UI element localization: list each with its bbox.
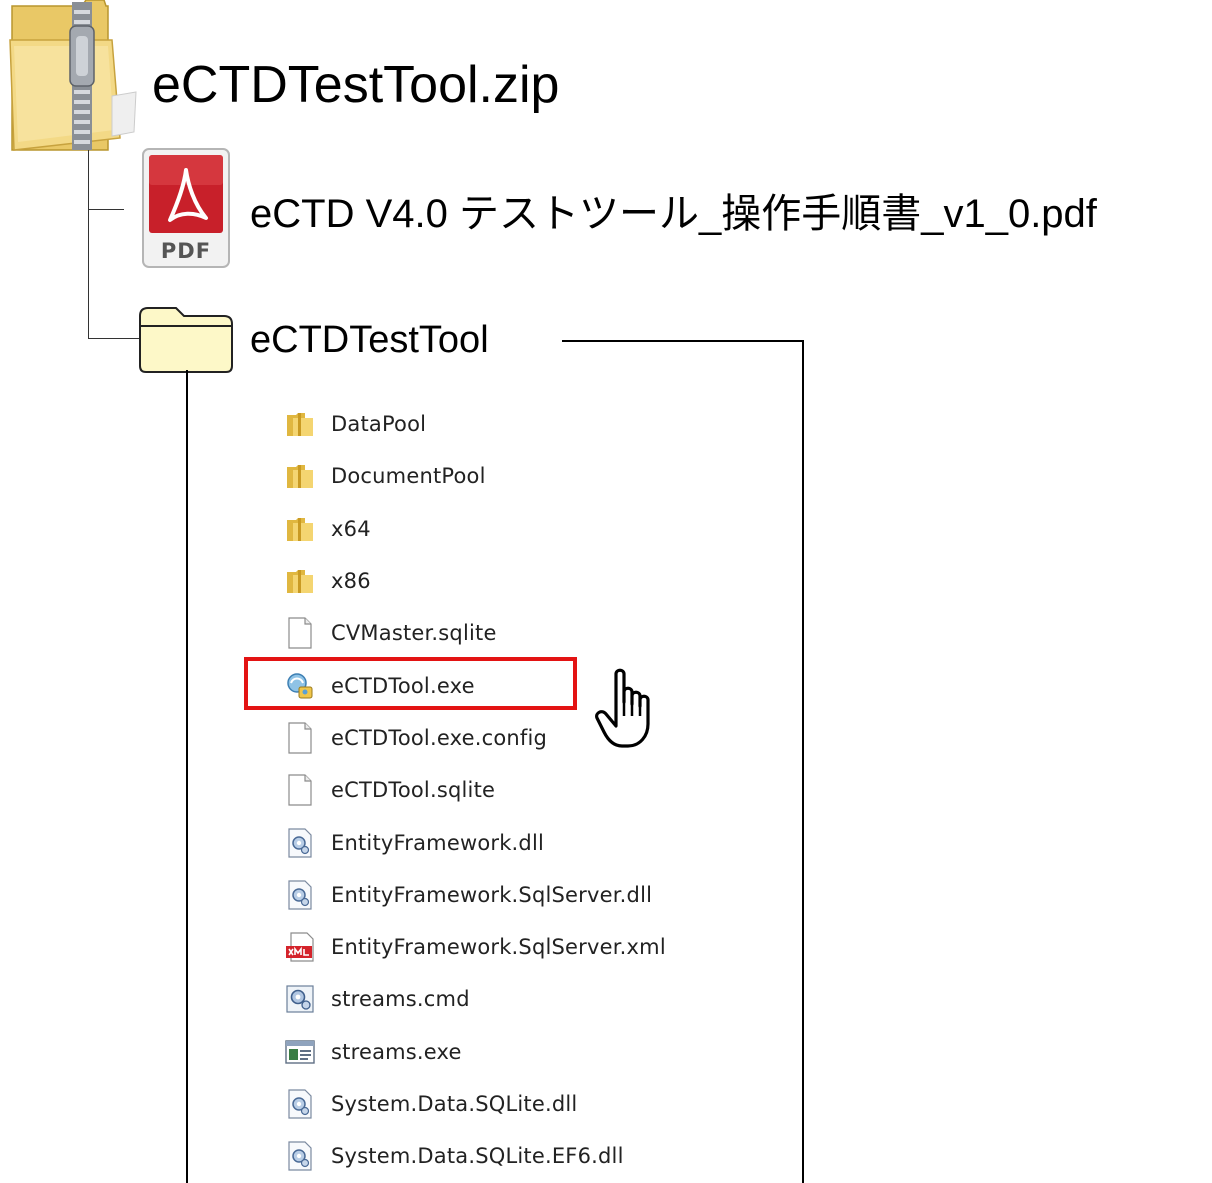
tree-branch-pdf (88, 209, 124, 210)
hand-pointer-icon (595, 668, 650, 748)
file-name: DataPool (331, 412, 427, 437)
blank-file-icon (285, 722, 315, 754)
blank-file-icon (285, 774, 315, 806)
window-exe-icon (285, 1036, 315, 1068)
list-item[interactable]: CVMaster.sqlite (285, 607, 725, 659)
xml-file-icon (285, 931, 315, 963)
file-name: eCTDTool.sqlite (331, 778, 496, 803)
list-item[interactable]: DocumentPool (285, 450, 725, 502)
cmd-gear-icon (285, 983, 315, 1015)
file-name: streams.exe (331, 1039, 462, 1064)
list-item[interactable]: eCTDTool.sqlite (285, 764, 725, 816)
folder-icon (285, 460, 315, 492)
list-item[interactable]: EntityFramework.dll (285, 816, 725, 868)
folder-label: eCTDTestTool (250, 319, 489, 361)
zip-folder-icon[interactable] (8, 0, 144, 156)
blank-file-icon (285, 617, 315, 649)
list-item[interactable]: EntityFramework.SqlServer.dll (285, 869, 725, 921)
file-name: x86 (331, 569, 371, 594)
list-item[interactable]: EntityFramework.SqlServer.xml (285, 921, 725, 973)
dll-gear-icon (285, 827, 315, 859)
pdf-icon[interactable]: PDF (140, 146, 232, 270)
dll-gear-icon (285, 1088, 315, 1120)
list-item[interactable]: DataPool (285, 398, 725, 450)
list-item[interactable]: streams.cmd (285, 973, 725, 1025)
bracket-top-line (562, 340, 804, 342)
folder-icon[interactable] (138, 306, 234, 374)
file-name: System.Data.SQLite.EF6.dll (331, 1144, 624, 1169)
folder-icon (285, 513, 315, 545)
bracket-left-line (186, 370, 188, 1183)
tree-branch-folder (88, 338, 144, 339)
folder-icon (285, 408, 315, 440)
file-name: streams.cmd (331, 987, 470, 1012)
file-name: CVMaster.sqlite (331, 621, 497, 646)
zip-file-label: eCTDTestTool.zip (152, 56, 560, 114)
list-item[interactable]: System.Data.SQLite.dll (285, 1078, 725, 1130)
file-list: DataPool DocumentPool x64 x86 CVMaster.s… (285, 398, 725, 1182)
dll-gear-icon (285, 1140, 315, 1172)
folder-icon (285, 565, 315, 597)
pdf-icon-text: PDF (161, 239, 211, 263)
list-item[interactable]: streams.exe (285, 1026, 725, 1078)
dll-gear-icon (285, 879, 315, 911)
file-name: EntityFramework.dll (331, 830, 545, 855)
file-name: x64 (331, 516, 371, 541)
pdf-file-label: eCTD V4.0 テストツール_操作手順書_v1_0.pdf (250, 192, 1097, 236)
file-name: EntityFramework.SqlServer.dll (331, 882, 653, 907)
list-item[interactable]: System.Data.SQLite.EF6.dll (285, 1130, 725, 1182)
file-name: eCTDTool.exe.config (331, 725, 548, 750)
list-item[interactable]: x86 (285, 555, 725, 607)
bracket-right-line (802, 340, 804, 1183)
highlight-box (244, 657, 577, 710)
file-name: EntityFramework.SqlServer.xml (331, 935, 666, 960)
list-item[interactable]: x64 (285, 503, 725, 555)
file-name: DocumentPool (331, 464, 486, 489)
file-name: System.Data.SQLite.dll (331, 1092, 578, 1116)
tree-trunk-line (88, 150, 89, 338)
